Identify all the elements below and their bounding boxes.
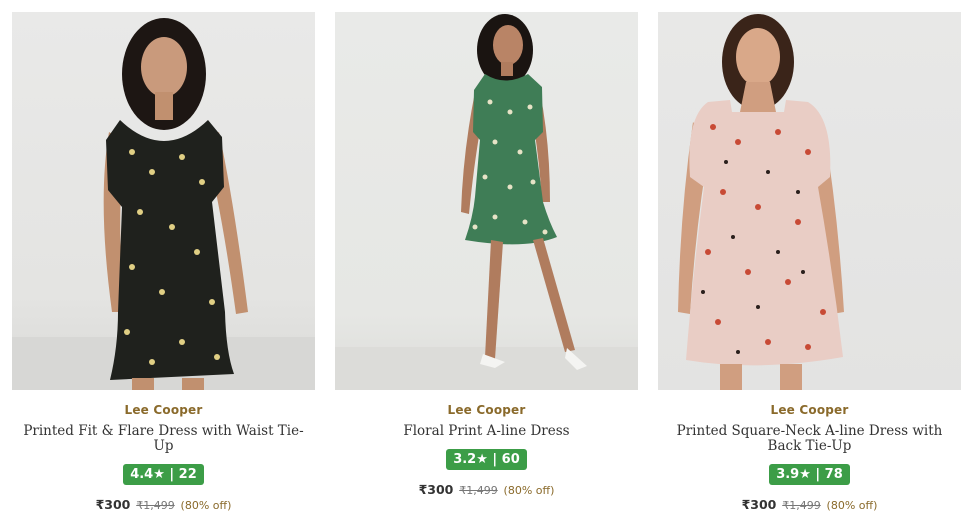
product-brand: Lee Cooper [770,403,849,417]
discount-label: (80% off) [180,499,232,512]
product-image[interactable] [12,12,315,390]
product-card[interactable]: Lee Cooper Floral Print A-line Dress 3.2… [335,12,638,497]
product-card[interactable]: Lee Cooper Printed Square-Neck A-line Dr… [658,12,961,512]
model-figure [12,18,315,390]
original-price: ₹1,499 [782,499,821,512]
model-figure [678,14,844,390]
discount-label: (80% off) [826,499,878,512]
rating-badge: 3.9★ | 78 [769,464,850,485]
model-figure [335,14,638,390]
product-title[interactable]: Printed Fit & Flare Dress with Waist Tie… [12,424,315,454]
product-image[interactable] [658,12,961,390]
product-title[interactable]: Printed Square-Neck A-line Dress with Ba… [658,424,961,454]
original-price: ₹1,499 [136,499,175,512]
product-brand: Lee Cooper [447,403,526,417]
sale-price: ₹300 [418,482,454,497]
original-price: ₹1,499 [459,484,498,497]
price-row: ₹300 ₹1,499 (80% off) [335,482,638,497]
sale-price: ₹300 [95,497,131,512]
sale-price: ₹300 [741,497,777,512]
price-row: ₹300 ₹1,499 (80% off) [658,497,961,512]
rating-badge: 3.2★ | 60 [446,449,527,470]
discount-label: (80% off) [503,484,555,497]
product-title[interactable]: Floral Print A-line Dress [335,424,638,439]
product-brand: Lee Cooper [124,403,203,417]
product-image[interactable] [335,12,638,390]
product-card[interactable]: Lee Cooper Printed Fit & Flare Dress wit… [12,12,315,512]
price-row: ₹300 ₹1,499 (80% off) [12,497,315,512]
rating-badge: 4.4★ | 22 [123,464,204,485]
